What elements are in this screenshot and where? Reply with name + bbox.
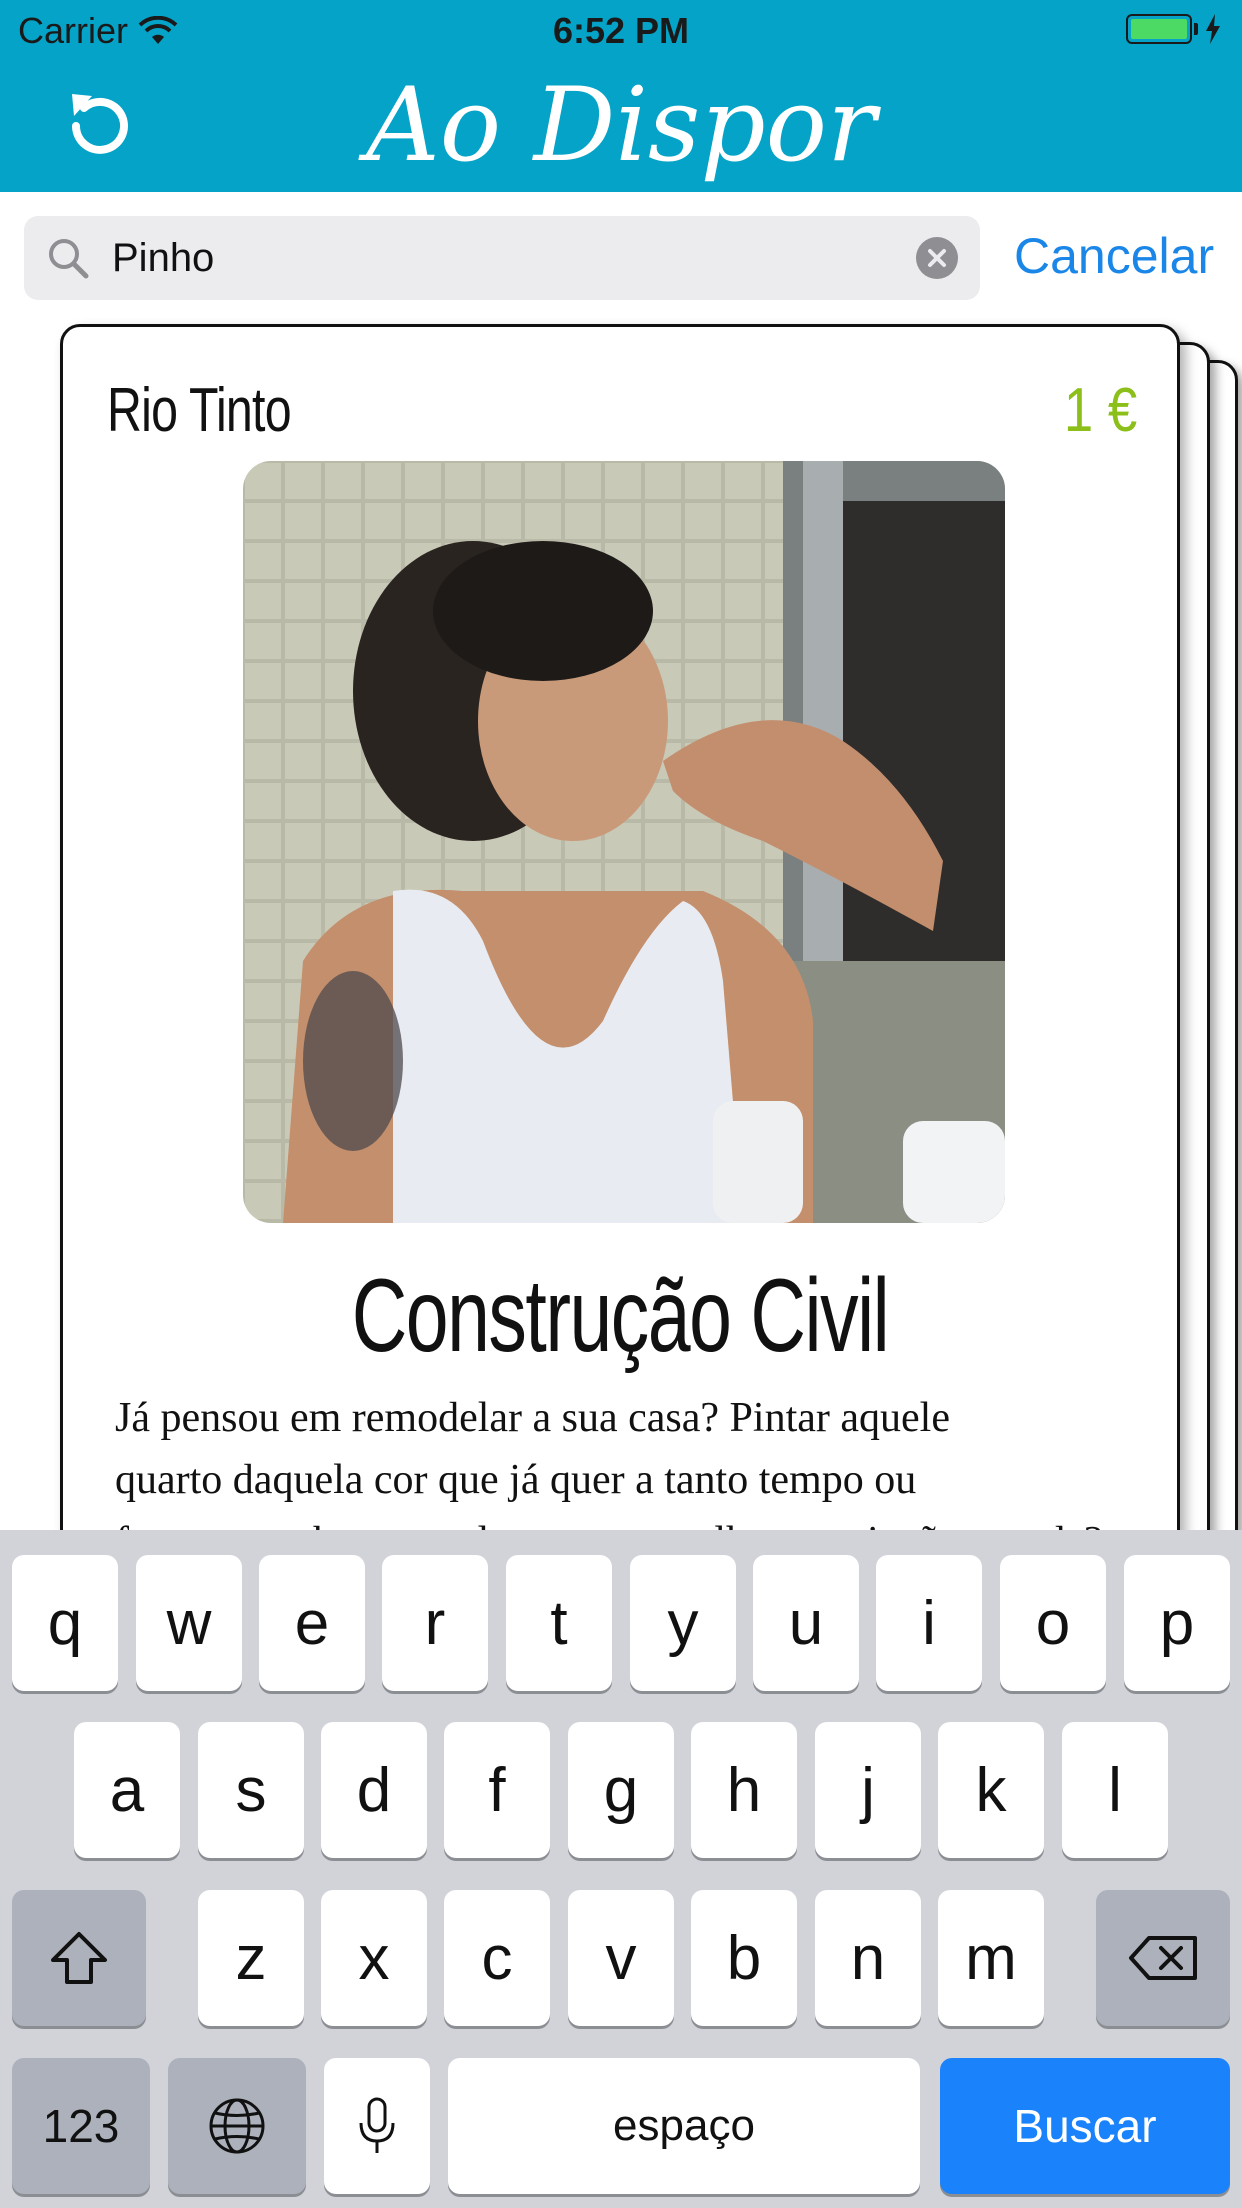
status-time: 6:52 PM [552,10,690,51]
card-category: Construção Civil [351,1258,890,1374]
space-key[interactable]: espaço [448,2058,920,2194]
key-t[interactable]: t [506,1555,612,1691]
backspace-icon [1129,1936,1197,1980]
cancel-button[interactable]: Cancelar [1014,226,1214,286]
search-value: Pinho [112,236,215,280]
key-g[interactable]: g [568,1722,674,1858]
globe-key[interactable] [168,2058,306,2194]
keyboard: q w e r t y u i o p a s d f g h j k l z … [0,1530,1242,2208]
key-v[interactable]: v [568,1890,674,2026]
key-i[interactable]: i [876,1555,982,1691]
key-p[interactable]: p [1124,1555,1230,1691]
battery-icon [1126,14,1222,44]
microphone-icon [359,2097,395,2153]
key-r[interactable]: r [382,1555,488,1691]
key-e[interactable]: e [259,1555,365,1691]
search-icon [49,239,89,279]
key-c[interactable]: c [444,1890,550,2026]
search-key[interactable]: Buscar [940,2058,1230,2194]
key-a[interactable]: a [74,1722,180,1858]
close-icon [928,249,946,267]
search-input[interactable]: Pinho [24,216,980,300]
key-y[interactable]: y [630,1555,736,1691]
key-k[interactable]: k [938,1722,1044,1858]
app-title: Ao Dispor [366,66,876,185]
card-location: Rio Tinto [107,376,292,445]
key-m[interactable]: m [938,1890,1044,2026]
key-h[interactable]: h [691,1722,797,1858]
key-j[interactable]: j [815,1722,921,1858]
clear-search-button[interactable] [916,237,958,279]
charging-icon [1206,14,1220,44]
key-d[interactable]: d [321,1722,427,1858]
card-price: 1 € [1063,376,1137,445]
key-w[interactable]: w [136,1555,242,1691]
globe-icon [209,2098,265,2154]
description-line: quarto daquela cor que já quer a tanto t… [115,1457,917,1503]
shift-key[interactable] [12,1890,146,2026]
numbers-key[interactable]: 123 [12,2058,150,2194]
shift-icon [51,1932,107,1984]
profile-photo [243,461,1005,1223]
key-f[interactable]: f [444,1722,550,1858]
description-line: Já pensou em remodelar a sua casa? Pinta… [115,1395,950,1441]
dictation-key[interactable] [324,2058,430,2194]
key-x[interactable]: x [321,1890,427,2026]
key-l[interactable]: l [1062,1722,1168,1858]
key-u[interactable]: u [753,1555,859,1691]
key-q[interactable]: q [12,1555,118,1691]
key-b[interactable]: b [691,1890,797,2026]
backspace-key[interactable] [1096,1890,1230,2026]
key-z[interactable]: z [198,1890,304,2026]
status-bar: Carrier 6:52 PM [0,0,1242,60]
key-o[interactable]: o [1000,1555,1106,1691]
key-s[interactable]: s [198,1722,304,1858]
app-header: Carrier 6:52 PM Ao Dispor [0,0,1242,192]
key-n[interactable]: n [815,1890,921,2026]
